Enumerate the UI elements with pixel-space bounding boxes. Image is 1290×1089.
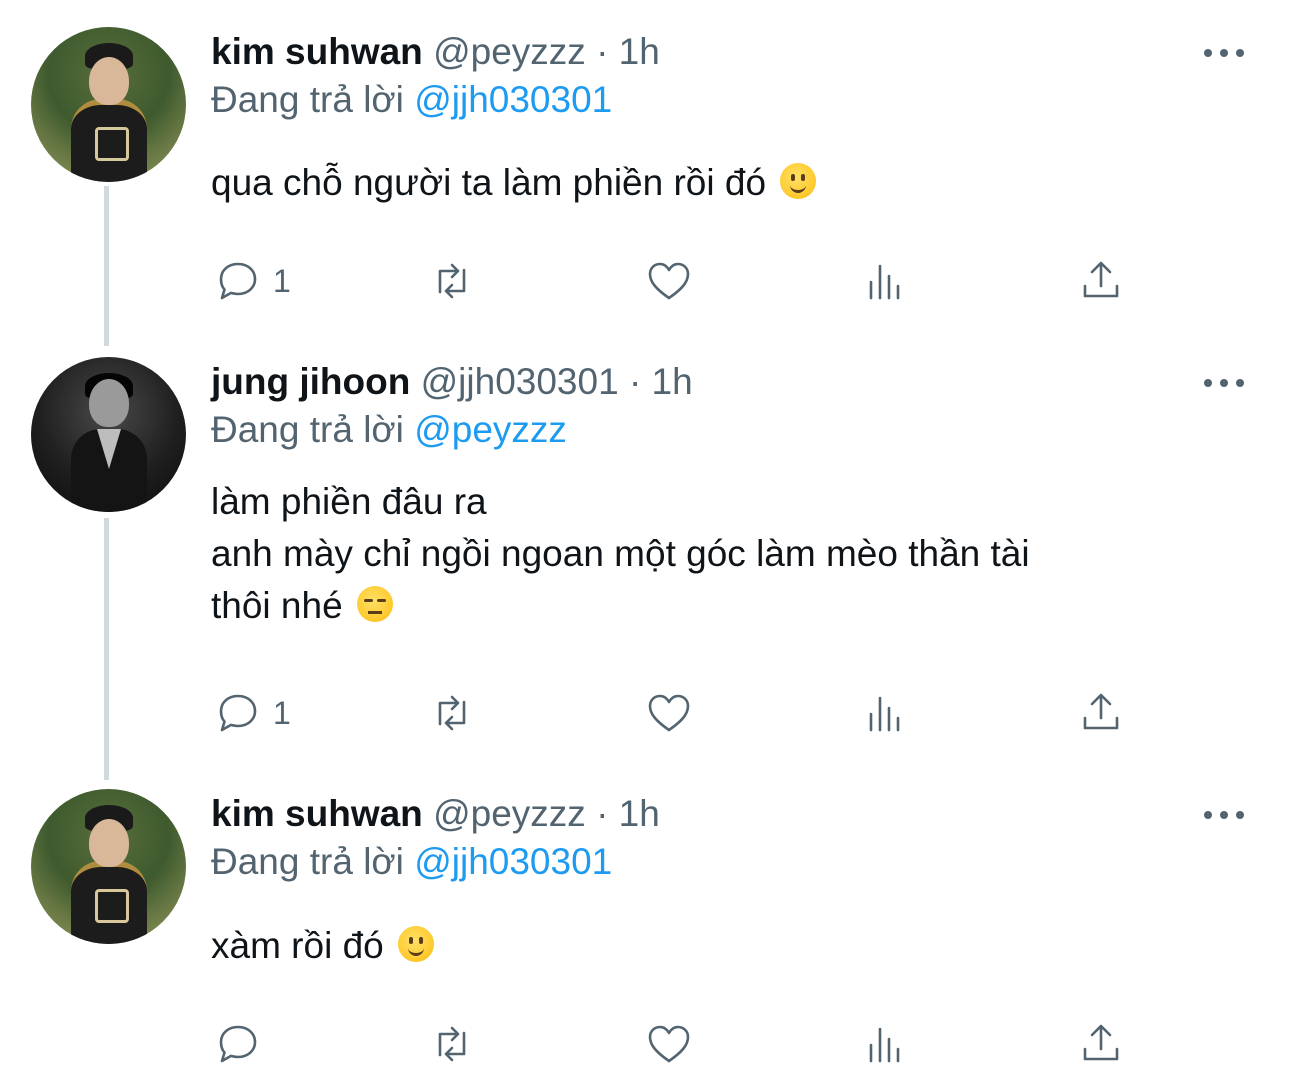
retweet-button[interactable] [427, 685, 477, 741]
reply-button[interactable] [213, 1016, 273, 1072]
views-icon [869, 1027, 900, 1063]
mention-link[interactable]: @jjh030301 [414, 841, 612, 882]
share-icon [1083, 1024, 1119, 1061]
reply-button[interactable]: 1 [213, 685, 291, 741]
reply-icon [219, 1025, 257, 1063]
replying-to: Đang trả lời @peyzzz [211, 406, 1250, 454]
handle[interactable]: @peyzzz [433, 31, 586, 72]
tweet-text-content: qua chỗ người ta làm phiền rồi đó [211, 162, 767, 203]
share-button[interactable] [1076, 1016, 1126, 1072]
views-button[interactable] [861, 253, 911, 309]
heart-icon [648, 1025, 690, 1063]
more-icon[interactable] [1204, 373, 1244, 393]
reply-button[interactable]: 1 [213, 253, 291, 309]
like-button[interactable] [644, 1016, 694, 1072]
tweet: kim suhwan @peyzzz · 1h Đang trả lời @jj… [211, 790, 1250, 972]
like-button[interactable] [644, 685, 694, 741]
more-icon[interactable] [1204, 805, 1244, 825]
views-button[interactable] [861, 1016, 911, 1072]
mention-link[interactable]: @jjh030301 [414, 79, 612, 120]
slightly-smiling-face-icon [780, 163, 817, 199]
display-name[interactable]: kim suhwan [211, 31, 423, 72]
retweet-icon [438, 263, 466, 299]
retweet-icon [438, 695, 466, 731]
replying-prefix: Đang trả lời [211, 409, 404, 450]
timestamp[interactable]: 1h [652, 361, 693, 402]
tweet-text: qua chỗ người ta làm phiền rồi đó [211, 157, 1250, 209]
avatar[interactable] [31, 27, 186, 182]
separator: · [596, 31, 609, 72]
separator: · [596, 793, 609, 834]
tweet: jung jihoon @jjh030301 · 1h Đang trả lời… [211, 358, 1250, 632]
retweet-icon [438, 1026, 466, 1062]
tweet-actions: 1 [211, 253, 1131, 309]
display-name[interactable]: kim suhwan [211, 793, 423, 834]
tweet-text: làm phiền đâu ra anh mày chỉ ngồi ngoan … [211, 476, 1250, 632]
handle[interactable]: @jjh030301 [421, 361, 619, 402]
tweet-actions: 1 [211, 685, 1131, 741]
tweet: kim suhwan @peyzzz · 1h Đang trả lời @jj… [211, 28, 1250, 209]
slightly-smiling-face-icon [398, 926, 435, 962]
like-button[interactable] [644, 253, 694, 309]
retweet-button[interactable] [427, 1016, 477, 1072]
mention-link[interactable]: @peyzzz [414, 409, 567, 450]
views-icon [869, 264, 900, 300]
display-name[interactable]: jung jihoon [211, 361, 410, 402]
avatar[interactable] [31, 789, 186, 944]
heart-icon [648, 694, 690, 732]
reply-icon [219, 262, 257, 300]
share-button[interactable] [1076, 253, 1126, 309]
replying-to: Đang trả lời @jjh030301 [211, 76, 1250, 124]
share-button[interactable] [1076, 685, 1126, 741]
tweet-text-content: làm phiền đâu ra anh mày chỉ ngồi ngoan … [211, 481, 1030, 626]
thread-connector [104, 518, 109, 780]
unamused-face-icon [356, 586, 393, 622]
share-icon [1083, 693, 1119, 730]
tweet-text-content: xàm rồi đó [211, 925, 384, 966]
replying-prefix: Đang trả lời [211, 841, 404, 882]
handle[interactable]: @peyzzz [433, 793, 586, 834]
reply-count: 1 [273, 262, 291, 299]
separator: · [628, 361, 642, 402]
tweet-actions [211, 1016, 1131, 1072]
retweet-button[interactable] [427, 253, 477, 309]
timestamp[interactable]: 1h [619, 793, 660, 834]
more-icon[interactable] [1204, 43, 1244, 63]
reply-icon [219, 694, 257, 732]
replying-to: Đang trả lời @jjh030301 [211, 838, 1250, 886]
thread-connector [104, 186, 109, 346]
tweet-text: xàm rồi đó [211, 920, 1250, 972]
views-icon [869, 696, 900, 732]
avatar[interactable] [31, 357, 186, 512]
timestamp[interactable]: 1h [619, 31, 660, 72]
replying-prefix: Đang trả lời [211, 79, 404, 120]
heart-icon [648, 262, 690, 300]
reply-count: 1 [273, 694, 291, 731]
share-icon [1083, 261, 1119, 298]
views-button[interactable] [861, 685, 911, 741]
